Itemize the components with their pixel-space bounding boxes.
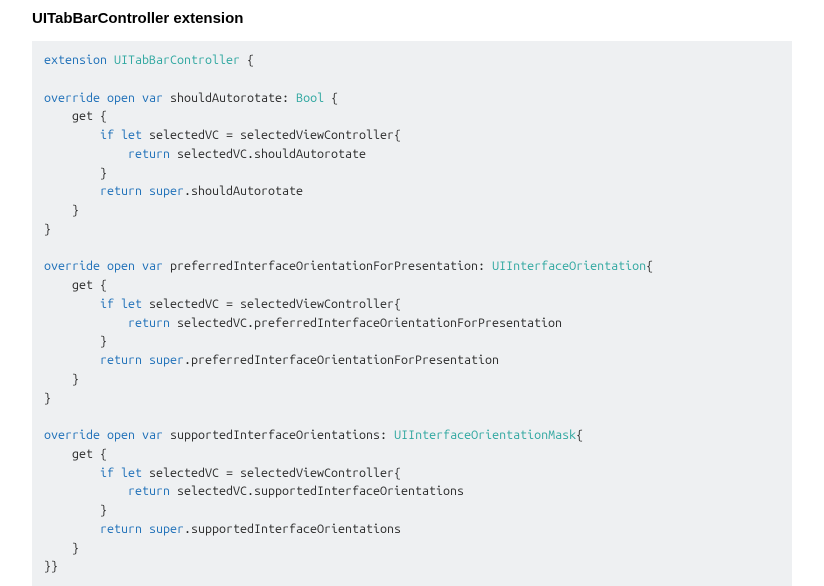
section-heading: UITabBarController extension (32, 10, 824, 27)
keyword-token: override (44, 428, 107, 442)
type-token: Bool (296, 91, 324, 105)
type-token: UIInterfaceOrientationMask (394, 428, 576, 442)
type-token: UITabBarController (114, 53, 240, 67)
keyword-token: var (142, 91, 170, 105)
keyword-token: if let (100, 128, 142, 142)
keyword-token: return (128, 147, 170, 161)
keyword-token: return (128, 484, 170, 498)
type-token: UIInterfaceOrientation (492, 259, 646, 273)
keyword-token: return super (100, 184, 184, 198)
keyword-token: override (44, 259, 107, 273)
keyword-token: override (44, 91, 107, 105)
keyword-token: return super (100, 522, 184, 536)
keyword-token: var (142, 259, 170, 273)
code-block: extension UITabBarController { override … (32, 41, 792, 586)
keyword-token: open (107, 91, 142, 105)
keyword-token: var (142, 428, 170, 442)
keyword-token: extension (44, 53, 114, 67)
keyword-token: if let (100, 466, 142, 480)
keyword-token: if let (100, 297, 142, 311)
keyword-token: open (107, 428, 142, 442)
keyword-token: open (107, 259, 142, 273)
keyword-token: return (128, 316, 170, 330)
keyword-token: return super (100, 353, 184, 367)
